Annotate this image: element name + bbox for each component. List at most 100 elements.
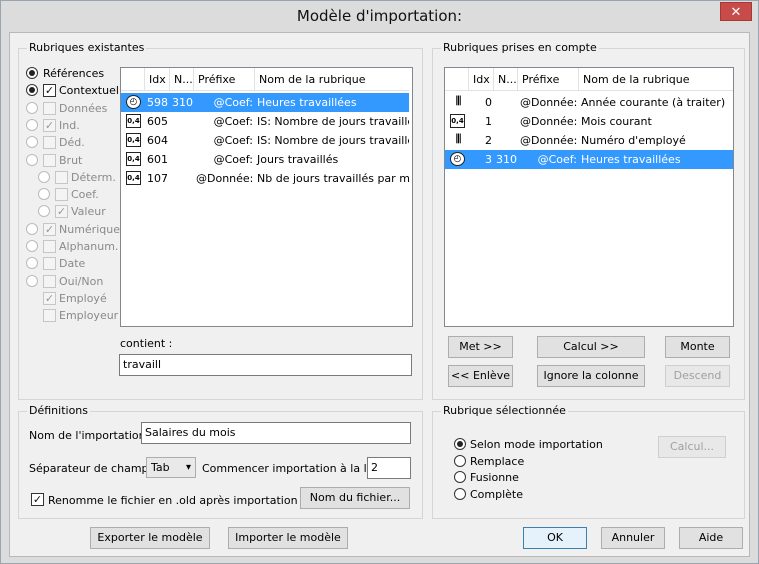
table-row[interactable]: ◴ 3 310. @Coef: Heures travaillées <box>445 150 733 169</box>
start-line-input[interactable]: 2 <box>367 457 411 479</box>
filter-checkbox[interactable] <box>43 257 56 271</box>
import-template-button[interactable]: Importer le modèle <box>228 527 348 549</box>
filter-checkbox[interactable]: ✓ <box>43 118 56 132</box>
filename-button[interactable]: Nom du fichier... <box>300 487 410 509</box>
remove-button[interactable]: << Enlève <box>448 365 513 387</box>
cell-n <box>170 169 194 188</box>
filter-radio[interactable] <box>26 274 38 287</box>
vertical-scrollbar[interactable] <box>409 68 412 326</box>
col-name[interactable]: Nom de la rubrique <box>255 68 412 91</box>
filter-checkbox[interactable] <box>43 136 56 150</box>
title-bar: Modèle d'importation: ✕ <box>1 1 758 31</box>
mode-label: Selon mode importation <box>470 438 603 451</box>
table-row[interactable]: ◴ 598 310. @Coef: Heures travaillées <box>121 93 412 112</box>
cell-name: IS: Nombre de jours travaillés en <box>257 115 412 128</box>
filter-checkbox[interactable]: ✓ <box>43 84 56 98</box>
filter-checkbox[interactable]: ✓ <box>55 205 68 219</box>
filter-label: Coef. <box>71 188 99 202</box>
table-row[interactable]: ||| 2 @Donnée: Numéro d'employé <box>445 131 733 150</box>
table-row[interactable]: ||| 0 @Donnée: Année courante (à traiter) <box>445 93 733 112</box>
separator-select[interactable]: Tab <box>146 457 196 478</box>
table-row[interactable]: 0,4 605 @Coef: IS: Nombre de jours travaill… <box>121 112 412 131</box>
selected-fields-list[interactable]: Idx N... Préfixe Nom de la rubrique ||| 0… <box>444 67 734 327</box>
cell-idx: 0 <box>485 96 492 109</box>
filter-label: Données <box>59 101 108 115</box>
selected-field-legend: Rubrique sélectionnée <box>441 404 568 418</box>
tally-icon: ||| <box>455 133 462 144</box>
col-n[interactable]: N... <box>170 68 194 91</box>
window-title: Modèle d'importation: <box>296 7 463 25</box>
ignore-column-button[interactable]: Ignore la colonne <box>537 365 645 387</box>
col-prefix[interactable]: Préfixe <box>194 68 255 91</box>
col-name[interactable]: Nom de la rubrique <box>579 68 733 91</box>
filter-label: Références <box>43 67 105 80</box>
cancel-button[interactable]: Annuler <box>601 527 665 549</box>
move-down-button[interactable]: Descend <box>665 365 730 387</box>
cell-idx: 605 <box>147 115 168 128</box>
filter-radio[interactable] <box>26 240 38 252</box>
table-row[interactable]: 0,4 601 @Coef: Jours travaillés <box>121 150 412 169</box>
filter-checkbox[interactable]: ✓ <box>43 291 56 305</box>
table-row[interactable]: 0,4 1 @Donnée: Mois courant <box>445 112 733 131</box>
cell-prefix: @Coef: <box>213 134 253 147</box>
list-header: Idx N... Préfixe Nom de la rubrique <box>445 68 733 91</box>
filter-radio[interactable] <box>26 84 38 97</box>
cell-idx: 1 <box>485 115 492 128</box>
table-row[interactable]: 0,4 604 @Coef: IS: Nombre de jours travaill… <box>121 131 412 150</box>
filter-radio[interactable] <box>26 136 38 149</box>
filter-label: Brut <box>59 153 83 167</box>
dialog-window: Modèle d'importation: ✕ Rubriques exista… <box>0 0 759 564</box>
mode-radio[interactable] <box>454 438 466 450</box>
separator-label: Séparateur de champs : <box>29 462 162 475</box>
col-idx[interactable]: Idx <box>469 68 494 91</box>
filter-label: Date <box>59 257 86 271</box>
add-button[interactable]: Met >> <box>448 336 513 358</box>
mode-radio[interactable] <box>454 487 466 500</box>
filter-checkbox[interactable] <box>43 101 56 115</box>
existing-fields-list[interactable]: Idx N... Préfixe Nom de la rubrique ◴ 598… <box>120 67 413 327</box>
filter-radio[interactable] <box>38 188 50 201</box>
cell-n: 310. <box>172 96 194 109</box>
filter-checkbox[interactable] <box>43 240 56 253</box>
cell-prefix: @Coef: <box>213 96 253 109</box>
filter-radio[interactable] <box>38 170 50 183</box>
list-header: Idx N... Préfixe Nom de la rubrique <box>121 68 412 91</box>
ok-button[interactable]: OK <box>523 527 587 549</box>
filter-checkbox[interactable] <box>43 309 56 323</box>
filter-radio[interactable] <box>26 257 38 270</box>
decimal-icon: 0,4 <box>126 114 141 128</box>
filter-radio[interactable] <box>26 118 38 131</box>
cell-prefix: @Coef: <box>537 153 577 166</box>
filter-radio[interactable] <box>26 153 38 166</box>
filter-checkbox[interactable] <box>55 188 68 202</box>
cell-n: 310. <box>496 153 518 166</box>
calc-button[interactable]: Calcul... <box>658 436 726 458</box>
help-button[interactable]: Aide <box>679 527 743 549</box>
filter-checkbox[interactable] <box>55 170 68 184</box>
col-n[interactable]: N... <box>494 68 518 91</box>
import-name-input[interactable]: Salaires du mois <box>141 422 411 444</box>
rename-checkbox[interactable]: ✓ <box>31 493 44 506</box>
cell-prefix: @Coef: <box>213 115 253 128</box>
move-up-button[interactable]: Monte <box>665 336 730 358</box>
col-idx[interactable]: Idx <box>145 68 170 91</box>
filter-radio[interactable] <box>26 222 38 235</box>
calc-add-button[interactable]: Calcul >> <box>537 336 645 358</box>
filter-label: Oui/Non <box>59 274 104 288</box>
cell-name: Année courante (à traiter) <box>581 96 726 109</box>
filter-checkbox[interactable] <box>43 153 56 167</box>
filter-checkbox[interactable]: ✓ <box>43 222 56 236</box>
filter-radio[interactable] <box>26 101 38 114</box>
cell-idx: 604 <box>147 134 168 147</box>
col-prefix[interactable]: Préfixe <box>518 68 579 91</box>
export-template-button[interactable]: Exporter le modèle <box>90 527 210 549</box>
contains-input[interactable]: travaill <box>119 354 412 376</box>
close-button[interactable]: ✕ <box>720 2 752 21</box>
cell-n <box>494 112 518 131</box>
mode-radio[interactable] <box>454 454 466 467</box>
table-row[interactable]: 0,4 107 @Donnée: Nb de jours travaillés par… <box>121 169 412 188</box>
filter-checkbox[interactable] <box>43 274 56 288</box>
filter-radio[interactable] <box>26 67 38 79</box>
filter-radio[interactable] <box>38 205 50 218</box>
mode-radio[interactable] <box>454 471 466 483</box>
